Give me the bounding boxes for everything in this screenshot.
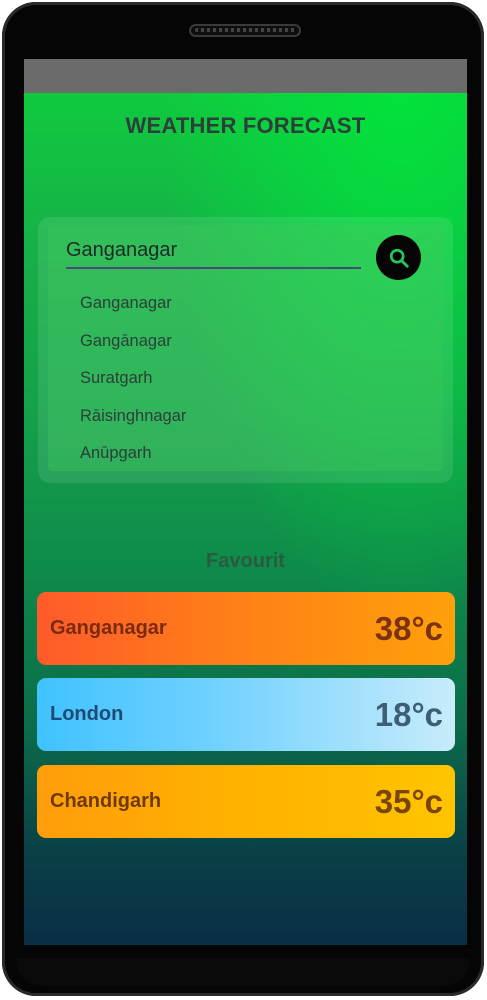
search-button[interactable] — [376, 235, 421, 280]
city-name: Ganganagar — [50, 617, 167, 639]
city-name: London — [50, 703, 124, 725]
status-bar — [24, 59, 467, 93]
suggestion-item[interactable]: Anūpgarh — [80, 435, 186, 473]
speaker-grille — [189, 24, 301, 37]
suggestion-item[interactable]: Rāisinghnagar — [80, 398, 186, 436]
bottom-bezel — [16, 958, 470, 986]
city-temperature: 38°c — [374, 609, 443, 647]
city-name: Chandigarh — [50, 790, 162, 812]
favourites-heading: Favourit — [206, 550, 285, 572]
suggestion-item[interactable]: Gangānagar — [80, 323, 186, 361]
suggestion-item[interactable]: Suratgarh — [80, 360, 186, 398]
city-temperature: 18°c — [374, 695, 443, 733]
phone-frame: WEATHER FORECAST Ganganagar Gangānagar S… — [2, 2, 484, 996]
search-input[interactable] — [66, 233, 361, 269]
favourite-card-london[interactable]: London 18°c — [37, 678, 455, 751]
favourite-card-chandigarh[interactable]: Chandigarh 35°c — [37, 765, 455, 838]
city-temperature: 35°c — [374, 782, 443, 820]
search-panel: Ganganagar Gangānagar Suratgarh Rāisingh… — [48, 225, 443, 471]
suggestion-item[interactable]: Ganganagar — [80, 285, 186, 323]
suggestion-list: Ganganagar Gangānagar Suratgarh Rāisingh… — [80, 285, 186, 473]
app-screen: WEATHER FORECAST Ganganagar Gangānagar S… — [24, 59, 467, 945]
search-icon — [389, 248, 409, 268]
favourite-card-ganganagar[interactable]: Ganganagar 38°c — [37, 592, 455, 665]
search-card: Ganganagar Gangānagar Suratgarh Rāisingh… — [38, 217, 453, 483]
page-title: WEATHER FORECAST — [125, 113, 366, 138]
